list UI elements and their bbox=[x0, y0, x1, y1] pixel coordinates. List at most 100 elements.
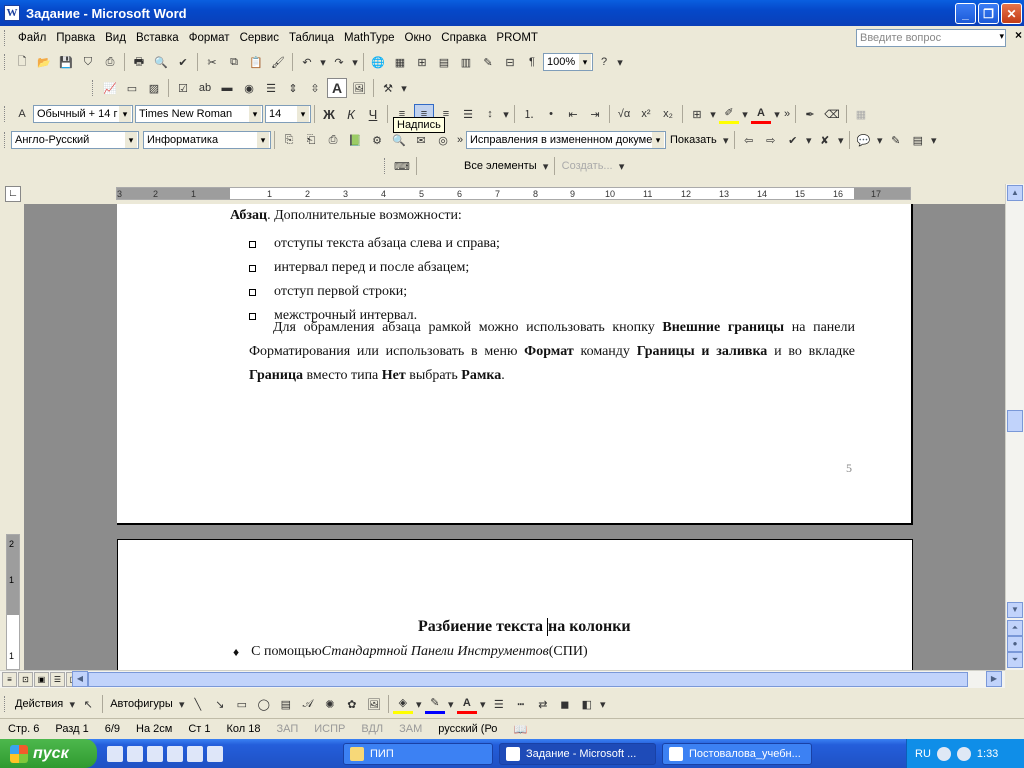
sqrt-icon[interactable]: √α bbox=[614, 104, 634, 124]
vertical-ruler-bar[interactable]: 2 1 1 bbox=[6, 534, 20, 670]
comment-dropdown-icon[interactable]: ▾ bbox=[876, 130, 884, 150]
font-color-icon[interactable]: A bbox=[751, 104, 771, 124]
borders-dropdown-icon[interactable]: ▾ bbox=[709, 104, 717, 124]
scroll-left-icon[interactable]: ◀ bbox=[72, 671, 88, 687]
status-language[interactable]: русский (Ро bbox=[430, 723, 505, 735]
styles-pane-icon[interactable]: A bbox=[12, 104, 32, 124]
redo-icon[interactable]: ↷ bbox=[329, 52, 349, 72]
styles-icon[interactable]: ⌨ bbox=[392, 156, 412, 176]
line-style-icon[interactable]: ☰ bbox=[489, 694, 509, 714]
image-icon[interactable]: 🖼 bbox=[349, 78, 369, 98]
prev-page-icon[interactable]: ⏶ bbox=[1007, 620, 1023, 636]
highlight-icon[interactable]: ✐ bbox=[719, 104, 739, 124]
drawing-icon[interactable]: ✎ bbox=[478, 52, 498, 72]
underline-button[interactable]: Ч bbox=[363, 104, 383, 124]
increase-indent-icon[interactable]: ⇥ bbox=[585, 104, 605, 124]
page[interactable]: Абзац. Дополнительные возможности: отсту… bbox=[117, 204, 913, 525]
oval-icon[interactable]: ◯ bbox=[254, 694, 274, 714]
reviewing-pane-icon[interactable]: ▤ bbox=[908, 130, 928, 150]
chart-icon[interactable]: 📈 bbox=[100, 78, 120, 98]
shading-icon[interactable]: ▨ bbox=[144, 78, 164, 98]
all-elements-select[interactable]: Все элементы bbox=[460, 160, 541, 172]
spin-icon[interactable]: ⇳ bbox=[305, 78, 325, 98]
undo-dropdown-icon[interactable]: ▾ bbox=[319, 52, 327, 72]
tray-icon[interactable] bbox=[936, 746, 951, 761]
select-objects-icon[interactable]: ↖ bbox=[78, 694, 98, 714]
quicklaunch-icon[interactable] bbox=[187, 745, 203, 762]
undo-icon[interactable]: ↶ bbox=[297, 52, 317, 72]
menu-view[interactable]: Вид bbox=[100, 32, 131, 44]
help-question-input[interactable]: Введите вопрос bbox=[856, 29, 1006, 47]
review-display-select[interactable]: Исправления в измененном документ bbox=[466, 131, 666, 149]
paste-icon[interactable]: 📋 bbox=[246, 52, 266, 72]
create-style-button[interactable]: Создать... bbox=[558, 160, 617, 172]
close-button[interactable]: ✕ bbox=[1001, 3, 1022, 24]
highlight-dropdown-icon[interactable]: ▾ bbox=[741, 104, 749, 124]
menu-edit[interactable]: Правка bbox=[51, 32, 100, 44]
translate-doc-icon[interactable]: ⎙ bbox=[323, 130, 343, 150]
picture-icon[interactable]: 🖼 bbox=[364, 694, 384, 714]
copy-icon[interactable]: ⧉ bbox=[224, 52, 244, 72]
toolbar-grip[interactable] bbox=[4, 132, 7, 148]
save-icon[interactable]: 💾 bbox=[56, 52, 76, 72]
fill-dropdown-icon[interactable]: ▾ bbox=[415, 694, 423, 714]
comment-icon[interactable]: 💬 bbox=[854, 130, 874, 150]
tools-dropdown-icon[interactable]: ▾ bbox=[400, 78, 408, 98]
menu-help[interactable]: Справка bbox=[436, 32, 491, 44]
subject-select[interactable]: Информатика bbox=[143, 131, 271, 149]
borders-icon[interactable]: ⊞ bbox=[687, 104, 707, 124]
option-icon[interactable]: ◉ bbox=[239, 78, 259, 98]
clock[interactable]: 1:33 bbox=[977, 748, 998, 760]
wordart-icon[interactable]: 𝒜 bbox=[298, 694, 318, 714]
accept-dropdown-icon[interactable]: ▾ bbox=[805, 130, 813, 150]
font-select[interactable]: Times New Roman bbox=[135, 105, 263, 123]
toolbar-grip[interactable] bbox=[92, 80, 95, 96]
quicklaunch-icon[interactable] bbox=[107, 745, 123, 762]
quicklaunch-icon[interactable] bbox=[207, 745, 223, 762]
horizontal-scrollbar[interactable]: ≡ ⊡ ▣ ☰ ◫ ◀ ▶ bbox=[0, 670, 1005, 688]
font-size-select[interactable]: 14 bbox=[265, 105, 311, 123]
new-document-icon[interactable]: 🗋 bbox=[12, 52, 32, 72]
hyperlink-icon[interactable]: 🌐 bbox=[368, 52, 388, 72]
reject-dropdown-icon[interactable]: ▾ bbox=[837, 130, 845, 150]
justify-icon[interactable]: ☰ bbox=[458, 104, 478, 124]
status-record[interactable]: ЗАП bbox=[268, 723, 306, 735]
line-icon[interactable]: ╲ bbox=[188, 694, 208, 714]
insert-table-icon[interactable]: ⊞ bbox=[412, 52, 432, 72]
insert-excel-icon[interactable]: ▤ bbox=[434, 52, 454, 72]
button-icon[interactable]: ▬ bbox=[217, 78, 237, 98]
open-folder-icon[interactable]: 📂 bbox=[34, 52, 54, 72]
textbox-icon[interactable]: ▤ bbox=[276, 694, 296, 714]
arrow-style-icon[interactable]: ⇄ bbox=[533, 694, 553, 714]
bold-button[interactable]: Ж bbox=[319, 104, 339, 124]
clipart-icon[interactable]: ✿ bbox=[342, 694, 362, 714]
italic-button[interactable]: К bbox=[341, 104, 361, 124]
vertical-scrollbar[interactable]: ▲ ▼ ⏶ ● ⏷ bbox=[1005, 184, 1024, 670]
format-painter-icon[interactable]: 🖌 bbox=[268, 52, 288, 72]
menu-insert[interactable]: Вставка bbox=[131, 32, 184, 44]
show-menu[interactable]: Показать bbox=[666, 134, 721, 146]
next-change-icon[interactable]: ⇨ bbox=[761, 130, 781, 150]
help-dropdown-icon[interactable]: ▾ bbox=[999, 31, 1004, 42]
checkbox-icon[interactable]: ☑ bbox=[173, 78, 193, 98]
menu-grip[interactable] bbox=[4, 30, 7, 46]
reject-change-icon[interactable]: ✘ bbox=[815, 130, 835, 150]
font-color-icon[interactable]: A bbox=[456, 694, 477, 714]
quicklaunch-icon[interactable] bbox=[147, 745, 163, 762]
permission-icon[interactable]: ⛉ bbox=[78, 52, 98, 72]
toolbar-options-icon[interactable]: ▾ bbox=[616, 52, 624, 72]
actions-dropdown-icon[interactable]: ▾ bbox=[68, 694, 76, 714]
fill-color-icon[interactable]: ◈ bbox=[392, 694, 413, 714]
vertical-scroll-thumb[interactable] bbox=[1007, 410, 1023, 432]
document-close-icon[interactable]: × bbox=[1015, 28, 1022, 42]
toolbar-grip[interactable] bbox=[4, 54, 7, 70]
quicklaunch-icon[interactable] bbox=[127, 745, 143, 762]
preview-icon[interactable]: 🔍 bbox=[151, 52, 171, 72]
taskbar-item-folder[interactable]: ПИП bbox=[343, 742, 493, 765]
create-dropdown-icon[interactable]: ▾ bbox=[618, 156, 626, 176]
taskbar-item-document[interactable]: Постовалова_учебн... bbox=[662, 742, 812, 765]
arrow-icon[interactable]: ↘ bbox=[210, 694, 230, 714]
reviewing-dropdown-icon[interactable]: ▾ bbox=[930, 130, 938, 150]
scroll-up-icon[interactable]: ▲ bbox=[1007, 185, 1023, 201]
word-app-icon[interactable]: W bbox=[4, 5, 20, 21]
